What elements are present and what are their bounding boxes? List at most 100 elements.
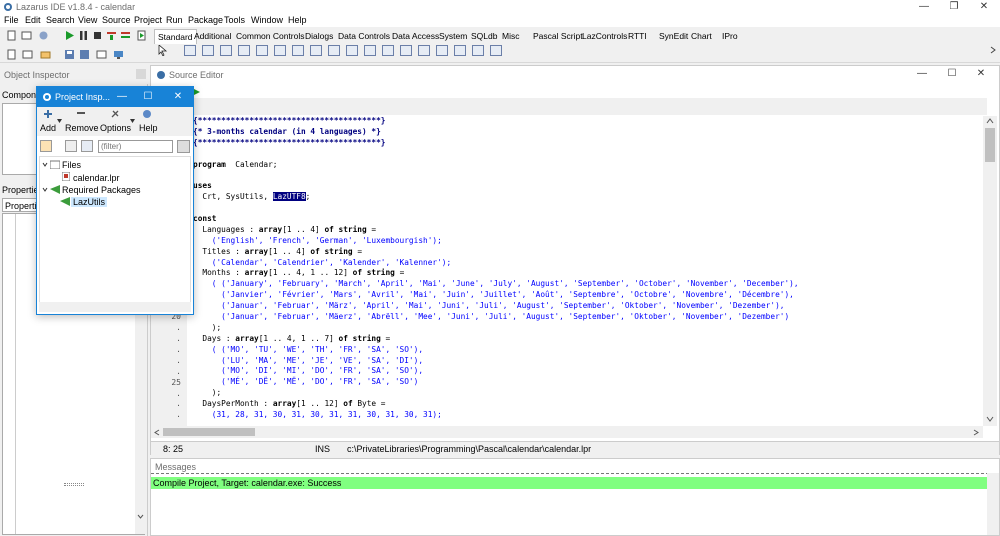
add-button[interactable]: Add	[40, 123, 56, 133]
open-project-icon[interactable]	[40, 49, 51, 60]
tmemo-icon[interactable]	[274, 45, 286, 56]
tab-rtti[interactable]: RTTI	[625, 29, 650, 43]
tab-synedit[interactable]: SynEdit	[656, 29, 691, 43]
toggle-form-icon[interactable]	[96, 49, 107, 60]
tedit-icon[interactable]	[256, 45, 268, 56]
tscrollbar-icon[interactable]	[382, 45, 394, 56]
expand-required-icon[interactable]	[42, 187, 48, 192]
tree-file-calendar[interactable]: calendar.lpr	[73, 173, 120, 183]
tab-data-controls[interactable]: Data Controls	[335, 29, 393, 43]
scroll-right-icon[interactable]	[973, 429, 979, 436]
tab-system[interactable]: System	[436, 29, 470, 43]
expand-files-icon[interactable]	[42, 162, 48, 167]
tlistbox-icon[interactable]	[346, 45, 358, 56]
tbutton-icon[interactable]	[220, 45, 232, 56]
tab-dialogs[interactable]: Dialogs	[302, 29, 336, 43]
minimize-button[interactable]: —	[909, 0, 939, 14]
options-dropdown-icon[interactable]	[130, 119, 135, 123]
menu-view[interactable]: View	[78, 15, 97, 25]
options-icon[interactable]	[110, 109, 120, 119]
add-icon[interactable]	[44, 110, 52, 118]
view-forms-icon[interactable]	[22, 49, 33, 60]
clear-filter-button[interactable]	[177, 140, 190, 153]
menu-window[interactable]: Window	[251, 15, 283, 25]
se-minimize-button[interactable]: —	[907, 67, 937, 81]
help-icon[interactable]	[142, 109, 152, 119]
tree-horizontal-scrollbar[interactable]	[39, 302, 191, 312]
close-button[interactable]: ✕	[969, 0, 999, 14]
menu-help[interactable]: Help	[288, 15, 307, 25]
messages-scrollbar[interactable]	[987, 473, 999, 535]
open-icon[interactable]	[38, 30, 49, 41]
open-file-button[interactable]	[40, 140, 52, 152]
tab-pascal-script[interactable]: Pascal Script	[530, 29, 586, 43]
tree-files[interactable]: Files	[62, 160, 81, 170]
tframe-icon[interactable]	[472, 45, 484, 56]
save-all-icon[interactable]	[79, 49, 90, 60]
tab-arrow-icon[interactable]	[193, 88, 201, 96]
remove-button[interactable]: Remove	[65, 123, 99, 133]
pause-icon[interactable]	[78, 30, 89, 41]
step-into-icon[interactable]	[106, 30, 117, 41]
project-tree[interactable]: Files calendar.lpr Required Packages Laz…	[39, 156, 191, 308]
new-form-icon[interactable]	[21, 30, 32, 41]
tcombobox-icon[interactable]	[364, 45, 376, 56]
sort-button[interactable]	[65, 140, 77, 152]
menu-tools[interactable]: Tools	[224, 15, 245, 25]
tradiogroup-icon[interactable]	[418, 45, 430, 56]
tpanel-icon[interactable]	[454, 45, 466, 56]
ttogglebox-icon[interactable]	[292, 45, 304, 56]
scroll-down-icon[interactable]	[137, 514, 144, 520]
splitter-grip[interactable]	[64, 483, 84, 486]
tab-misc[interactable]: Misc	[499, 29, 522, 43]
tree-required-packages[interactable]: Required Packages	[62, 185, 141, 195]
palette-scroll-right-icon[interactable]	[988, 45, 998, 55]
add-dropdown-icon[interactable]	[57, 119, 62, 123]
run-icon[interactable]	[64, 30, 75, 41]
menu-source[interactable]: Source	[102, 15, 131, 25]
tab-ipro[interactable]: IPro	[719, 29, 741, 43]
pi-maximize-button[interactable]: ☐	[133, 90, 163, 104]
filter-input[interactable]	[98, 140, 173, 153]
tab-common-controls[interactable]: Common Controls	[233, 29, 308, 43]
options-button[interactable]: Options	[100, 123, 131, 133]
menu-project[interactable]: Project	[134, 15, 162, 25]
tactionlist-icon[interactable]	[490, 45, 502, 56]
tgroupbox-icon[interactable]	[400, 45, 412, 56]
scroll-up-icon[interactable]	[986, 118, 994, 124]
tradiobutton-icon[interactable]	[328, 45, 340, 56]
tab-chart[interactable]: Chart	[688, 29, 715, 43]
menu-file[interactable]: File	[4, 15, 19, 25]
tcheckbox-icon[interactable]	[310, 45, 322, 56]
maximize-button[interactable]: ❐	[939, 0, 969, 14]
menu-package[interactable]: Package	[188, 15, 223, 25]
new-unit-icon[interactable]	[6, 30, 17, 41]
tab-lazcontrols[interactable]: LazControls	[579, 29, 630, 43]
se-maximize-button[interactable]: ☐	[937, 67, 967, 81]
se-close-button[interactable]: ✕	[966, 67, 996, 81]
tpopupmenu-icon[interactable]	[202, 45, 214, 56]
menu-run[interactable]: Run	[166, 15, 183, 25]
tab-sqldb[interactable]: SQLdb	[468, 29, 500, 43]
tlabel-icon[interactable]	[238, 45, 250, 56]
sort-alpha-button[interactable]	[81, 140, 93, 152]
menu-edit[interactable]: Edit	[25, 15, 41, 25]
editor-horizontal-scrollbar[interactable]	[151, 426, 983, 438]
oi-close-icon[interactable]	[136, 69, 146, 79]
code-area[interactable]: {***************************************…	[193, 116, 973, 436]
tmainmenu-icon[interactable]	[184, 45, 196, 56]
tcheckgroup-icon[interactable]	[436, 45, 448, 56]
tab-additional[interactable]: Additional	[191, 29, 234, 43]
editor-vertical-scrollbar[interactable]	[983, 116, 997, 426]
save-icon[interactable]	[64, 49, 75, 60]
step-out-icon[interactable]	[136, 30, 147, 41]
remove-icon[interactable]	[77, 112, 85, 115]
view-units-icon[interactable]	[6, 49, 17, 60]
scroll-down-icon[interactable]	[986, 416, 994, 422]
horizontal-scroll-thumb[interactable]	[163, 428, 255, 436]
message-row[interactable]: Compile Project, Target: calendar.exe: S…	[151, 477, 993, 489]
desktop-icon[interactable]	[113, 49, 124, 60]
scroll-left-icon[interactable]	[154, 429, 160, 436]
vertical-scroll-thumb[interactable]	[985, 128, 995, 162]
selection-arrow-icon[interactable]	[158, 45, 168, 56]
